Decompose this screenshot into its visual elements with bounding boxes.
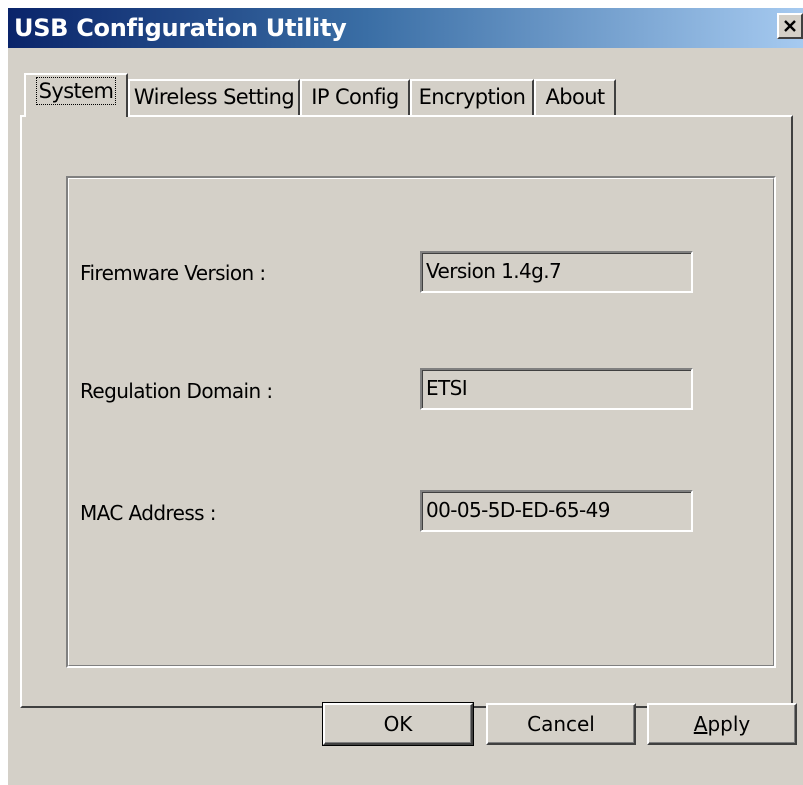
tab-about[interactable]: About (534, 79, 616, 115)
apply-accelerator: A (693, 712, 708, 736)
firmware-version-field: Version 1.4g.7 (420, 251, 693, 293)
apply-label-rest: pply (707, 712, 751, 736)
mac-address-field: 00-05-5D-ED-65-49 (420, 490, 693, 532)
tab-encryption-label: Encryption (418, 85, 526, 109)
mac-address-label: MAC Address : (80, 501, 216, 525)
close-icon (784, 20, 796, 32)
tab-wireless-setting-label: Wireless Setting (133, 85, 295, 109)
regulation-domain-field: ETSI (420, 368, 693, 410)
tab-about-label: About (545, 85, 605, 109)
tab-ip-config-label: IP Config (311, 85, 399, 109)
cancel-button[interactable]: Cancel (486, 703, 636, 745)
system-tab-panel (20, 115, 793, 708)
close-button[interactable] (777, 13, 803, 39)
regulation-domain-label: Regulation Domain : (80, 379, 273, 403)
tab-system-label: System (35, 77, 117, 105)
firmware-version-label: Firemware Version : (80, 261, 266, 285)
apply-button[interactable]: Apply (647, 703, 797, 745)
window-title: USB Configuration Utility (14, 14, 347, 42)
tab-encryption[interactable]: Encryption (410, 79, 534, 115)
tab-ip-config[interactable]: IP Config (300, 79, 410, 115)
tab-wireless-setting[interactable]: Wireless Setting (128, 79, 300, 115)
title-bar[interactable]: USB Configuration Utility (8, 8, 803, 48)
tab-system[interactable]: System (24, 73, 128, 117)
ok-button[interactable]: OK (322, 702, 474, 746)
tab-control: System Wireless Setting IP Config Encryp… (8, 48, 803, 785)
system-info-group (66, 176, 776, 668)
